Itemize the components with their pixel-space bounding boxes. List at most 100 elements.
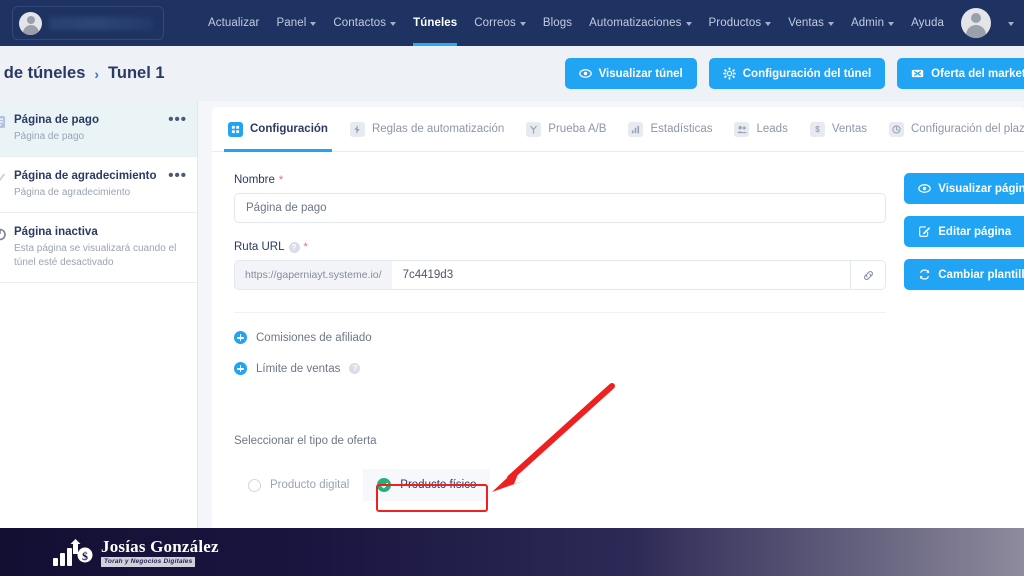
tab-label: Ventas [831,123,867,135]
nav-item-actualizar[interactable]: Actualizar [208,0,260,46]
offer-type-options: Producto digital Producto físico [234,469,1024,501]
nav-label: Actualizar [207,17,260,29]
watermark-name: Josías González [101,536,219,556]
svg-text:$: $ [82,549,88,563]
settings-tabs: Configuración Reglas de automatización P… [212,107,1024,152]
configuracion-del-tunel-button[interactable]: Configuración del túnel [708,58,886,89]
page-icon [0,116,5,128]
sidebar-item-text: Página de pago Página de pago [14,113,164,144]
watermark-tagline: Torah y Negocios Digitales [101,556,196,567]
nav-item-tuneles[interactable]: Túneles [413,0,458,46]
nav-label: Ayuda [911,17,944,29]
sidebar-item-title: Página de agradecimiento [14,170,157,182]
question-mark-icon[interactable]: ? [288,241,300,253]
sidebar-item-pagina-de-agradecimiento[interactable]: Página de agradecimiento Página de agrad… [0,157,197,213]
tab-configuracion[interactable]: Configuración [224,107,332,152]
copy-link-button[interactable] [850,260,886,290]
sidebar-item-menu-button[interactable]: ••• [168,112,187,127]
editar-pagina-button[interactable]: Editar página [904,216,1024,247]
offer-option-producto-fisico[interactable]: Producto físico [363,469,491,501]
settings-card: Configuración Reglas de automatización P… [212,107,1024,547]
question-mark-icon[interactable]: ? [349,363,361,374]
button-label: Editar página [938,225,1012,238]
offer-option-producto-digital[interactable]: Producto digital [234,470,363,501]
sidebar-item-pagina-inactiva[interactable]: Página inactiva Esta página se visualiza… [0,213,197,283]
power-off-icon [0,228,6,241]
profile-avatar[interactable] [961,8,991,38]
account-selector[interactable] [12,6,164,40]
dollar-icon: $ [809,121,825,137]
sidebar-item-text: Página de agradecimiento Página de agrad… [14,169,164,200]
form-divider [234,312,886,313]
pencil-square-icon [919,226,931,237]
nav-item-automatizaciones[interactable]: Automatizaciones [589,0,692,46]
sidebar-item-pagina-de-pago[interactable]: Página de pago Página de pago ••• [0,101,197,157]
eye-icon [578,69,592,78]
check-circle-icon [377,478,392,492]
nav-item-correos[interactable]: Correos [474,0,526,46]
url-label-text: Ruta URL [234,241,285,253]
eye-icon [918,184,932,193]
collapsible-label: Límite de ventas [256,362,341,375]
account-name-redacted [49,16,153,30]
link-icon [863,270,873,280]
tab-leads[interactable]: Leads [734,107,788,152]
sidebar-item-title: Página de pago [14,114,99,126]
button-label: Visualizar túnel [598,67,683,80]
required-marker: * [278,174,284,186]
visualizar-tunel-button[interactable]: Visualizar túnel [564,58,697,89]
sidebar-item-title: Página inactiva [14,226,98,238]
top-navigation-bar: Actualizar Panel Contactos Túneles Corre… [0,0,1024,46]
funnel-steps-sidebar: Página de pago Página de pago ••• Página… [0,101,198,576]
nav-item-blogs[interactable]: Blogs [543,0,572,46]
tab-ventas[interactable]: $ Ventas [809,107,867,152]
profile-chevron-down-icon[interactable] [1008,22,1014,26]
collapsible-comisiones-de-afiliado[interactable]: Comisiones de afiliado [234,331,1024,344]
nav-item-productos[interactable]: Productos [709,0,772,46]
clock-icon [889,121,904,137]
refresh-icon [920,269,930,280]
chevron-down-icon [765,22,772,26]
collapsible-label: Comisiones de afiliado [256,331,372,344]
tab-configuracion-del-plazo[interactable]: Configuración del plazo [889,107,1024,152]
url-slug-input[interactable] [391,260,850,290]
sidebar-item-subtitle: Página de agradecimiento [14,187,131,198]
name-input[interactable] [234,193,886,223]
nav-item-panel[interactable]: Panel [276,0,317,46]
oferta-del-marketplace-button[interactable]: Oferta del marketpl [897,58,1024,89]
nav-label: Blogs [542,17,573,29]
tab-reglas-de-automatizacion[interactable]: Reglas de automatización [349,107,504,152]
tab-label: Leads [756,123,788,135]
collapsible-limite-de-ventas[interactable]: Límite de ventas ? [234,362,1024,375]
nav-label: Admin [850,17,885,29]
tab-estadisticas[interactable]: Estadísticas [628,107,712,152]
main-content-area: Configuración Reglas de automatización P… [198,101,1024,576]
watermark-bar: $ Josías González Torah y Negocios Digit… [0,528,1024,576]
chevron-down-icon [685,22,692,26]
button-label: Cambiar plantilla [938,268,1024,281]
sliders-icon [228,121,243,137]
svg-text:$: $ [815,125,820,134]
nav-item-ayuda[interactable]: Ayuda [911,0,944,46]
watermark-text: Josías González Torah y Negocios Digital… [101,538,219,567]
nav-label: Automatizaciones [589,17,682,29]
nav-label: Contactos [333,17,387,29]
breadcrumb-separator-icon: › [94,65,100,82]
cambiar-plantilla-button[interactable]: Cambiar plantilla [904,259,1024,290]
nav-label: Panel [276,17,307,29]
button-label: Configuración del túnel [742,67,872,80]
nav-label: Correos [474,17,516,29]
sidebar-item-menu-button[interactable]: ••• [168,168,187,183]
tab-prueba-ab[interactable]: Prueba A/B [526,107,606,152]
nav-item-admin[interactable]: Admin [850,0,895,46]
url-input-group: https://gaperniayt.systeme.io/ [234,260,886,290]
visualizar-pagina-button[interactable]: Visualizar página [904,173,1024,204]
nav-item-ventas[interactable]: Ventas [788,0,834,46]
breadcrumb: a de túneles › Tunel 1 [0,64,165,83]
button-label: Visualizar página [938,182,1024,195]
watermark-logo: $ Josías González Torah y Negocios Digit… [52,537,219,567]
tab-label: Configuración [250,123,328,135]
nav-item-contactos[interactable]: Contactos [333,0,397,46]
breadcrumb-root-link[interactable]: a de túneles [0,64,85,83]
offer-option-label: Producto digital [270,479,350,491]
